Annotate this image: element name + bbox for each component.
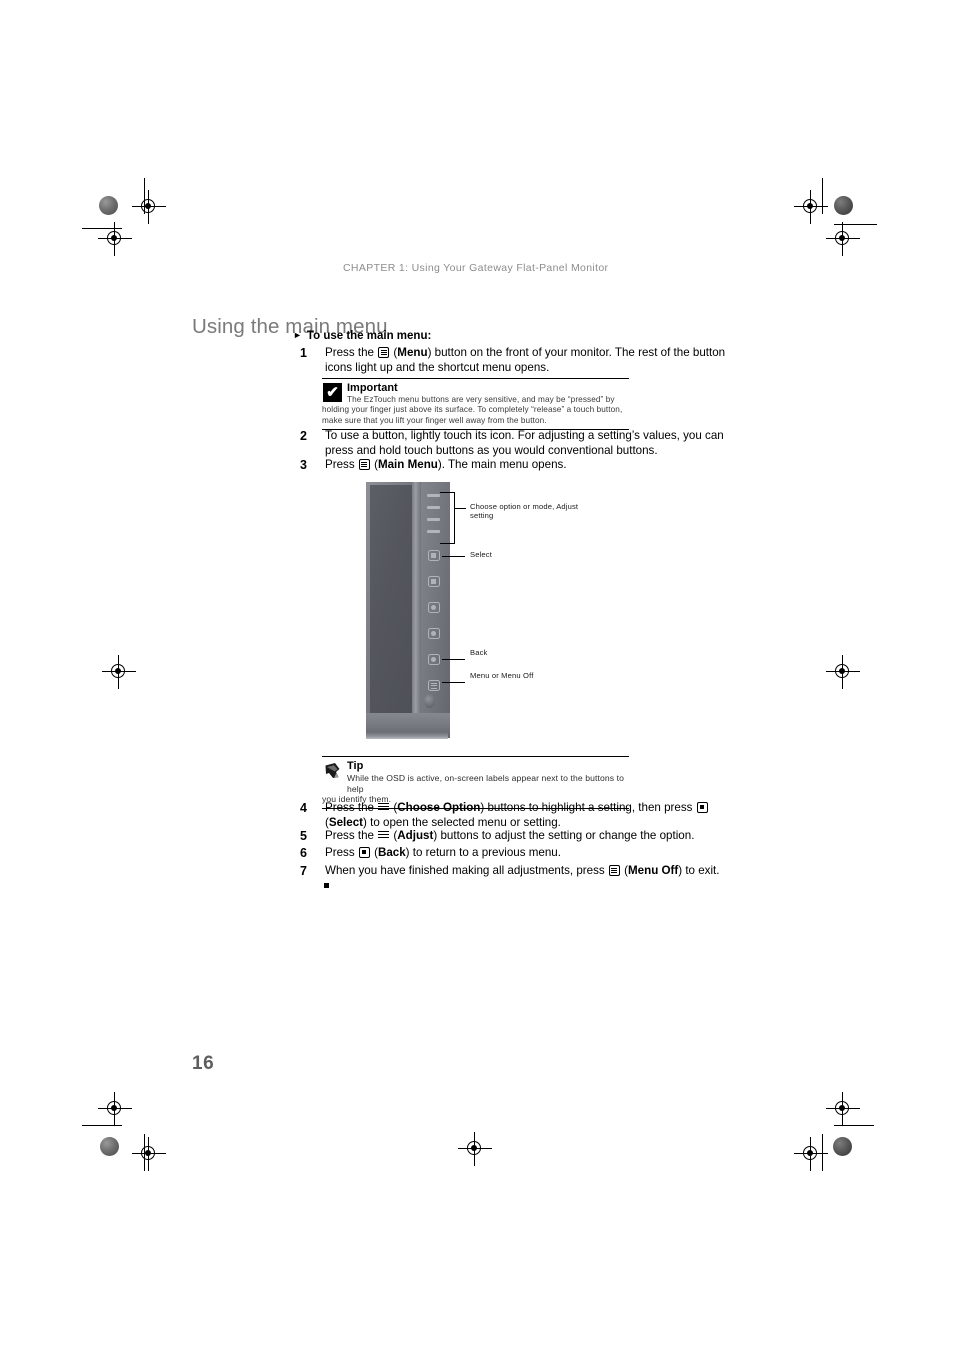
important-note-text: The EzTouch menu buttons are very sensit… bbox=[322, 395, 629, 426]
callout-leader-choose-option bbox=[454, 508, 466, 510]
step-7-number: 7 bbox=[300, 864, 307, 878]
callout-leader-back bbox=[442, 659, 465, 661]
step-3-text: Press (Main Menu). The main menu opens. bbox=[325, 458, 567, 471]
menu-icon bbox=[358, 459, 370, 470]
select-icon bbox=[696, 802, 708, 813]
tip-note-title: Tip bbox=[347, 760, 364, 772]
step-6: 6 Press (Back) to return to a previous m… bbox=[300, 846, 743, 861]
step-6-text: Press (Back) to return to a previous men… bbox=[325, 846, 561, 859]
end-of-procedure-mark bbox=[324, 883, 329, 888]
step-5-number: 5 bbox=[300, 829, 307, 843]
tip-note-text: While the OSD is active, on-screen label… bbox=[322, 773, 629, 805]
step-5: 5 Press the (Adjust) buttons to adjust t… bbox=[300, 829, 743, 844]
monitor-front-panel-photo bbox=[366, 482, 450, 743]
step-3: 3 Press (Main Menu). The main menu opens… bbox=[300, 458, 741, 473]
important-note-box: ✔ Important The EzTouch menu buttons are… bbox=[322, 378, 629, 431]
running-head: CHAPTER 1: Using Your Gateway Flat-Panel… bbox=[343, 262, 609, 274]
step-2-text: To use a button, lightly touch its icon.… bbox=[325, 429, 724, 457]
select-button[interactable] bbox=[428, 550, 440, 561]
page-number: 16 bbox=[192, 1053, 215, 1074]
callout-label-menu: Menu or Menu Off bbox=[470, 671, 534, 680]
step-6-number: 6 bbox=[300, 846, 307, 860]
choose-option-button-3[interactable] bbox=[427, 518, 440, 521]
procedure-heading-label: To use the main menu: bbox=[306, 330, 432, 342]
select-icon bbox=[358, 847, 370, 858]
step-4-text: Press the (Choose Option) buttons to hig… bbox=[325, 801, 743, 830]
step-2-number: 2 bbox=[300, 429, 307, 443]
back-button[interactable] bbox=[428, 654, 440, 665]
pointing-hand-icon bbox=[323, 761, 342, 780]
callout-leader-menu bbox=[442, 682, 465, 684]
monitor-inner-bezel-edge bbox=[412, 482, 421, 717]
important-note-line1: The EzTouch menu buttons are very sensit… bbox=[347, 395, 615, 404]
osd-button-4[interactable] bbox=[428, 628, 440, 639]
important-note-line2: holding your finger just above its surfa… bbox=[322, 405, 623, 415]
callout-bracket-vertical bbox=[454, 492, 456, 544]
callout-label-back: Back bbox=[470, 648, 488, 657]
tip-note-line1: While the OSD is active, on-screen label… bbox=[347, 773, 624, 794]
choose-option-button-2[interactable] bbox=[427, 506, 440, 509]
page-content: CHAPTER 1: Using Your Gateway Flat-Panel… bbox=[0, 0, 954, 1350]
monitor-screen bbox=[370, 485, 412, 713]
choose-option-button-1[interactable] bbox=[427, 494, 440, 497]
callout-bracket-top bbox=[440, 492, 455, 494]
callout-leader-select bbox=[442, 556, 465, 558]
step-7: 7 When you have finished making all adju… bbox=[300, 864, 743, 879]
power-button[interactable] bbox=[424, 694, 435, 708]
important-note-title: Important bbox=[347, 382, 398, 394]
osd-button-2[interactable] bbox=[428, 576, 440, 587]
menu-icon bbox=[608, 865, 620, 876]
step-2: 2 To use a button, lightly touch its ico… bbox=[300, 429, 741, 458]
step-1: 1 Press the (Menu) button on the front o… bbox=[300, 346, 742, 375]
step-7-text: When you have finished making all adjust… bbox=[325, 864, 720, 877]
step-3-number: 3 bbox=[300, 458, 307, 472]
important-note-line3: make sure that you lift your finger well… bbox=[322, 415, 547, 425]
step-1-text: Press the (Menu) button on the front of … bbox=[325, 346, 726, 374]
triangle-right-icon: ► bbox=[293, 330, 302, 340]
callout-label-choose-option: Choose option or mode, Adjust setting bbox=[470, 502, 579, 521]
monitor-base-shadow bbox=[366, 732, 448, 739]
checkmark-icon: ✔ bbox=[323, 383, 342, 402]
step-1-number: 1 bbox=[300, 346, 307, 360]
step-5-text: Press the (Adjust) buttons to adjust the… bbox=[325, 829, 695, 842]
osd-button-3[interactable] bbox=[428, 602, 440, 613]
menu-button[interactable] bbox=[428, 680, 440, 691]
choose-option-button-4[interactable] bbox=[427, 530, 440, 533]
step-4: 4 Press the (Choose Option) buttons to h… bbox=[300, 801, 743, 830]
callout-bracket-bottom bbox=[440, 543, 455, 545]
menu-icon bbox=[378, 347, 390, 358]
adjust-bars-icon bbox=[378, 829, 390, 840]
step-4-number: 4 bbox=[300, 801, 307, 815]
adjust-bars-icon bbox=[378, 801, 390, 812]
callout-label-select: Select bbox=[470, 550, 493, 559]
procedure-heading: ► To use the main menu: bbox=[293, 330, 431, 342]
